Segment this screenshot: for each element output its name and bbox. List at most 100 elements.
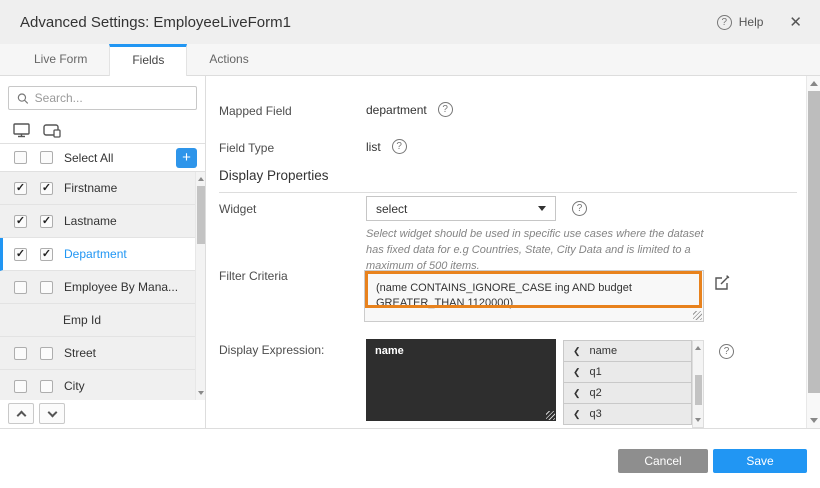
expression-list-scrollbar[interactable] — [692, 340, 704, 428]
checkbox[interactable]: ✓ — [14, 182, 27, 195]
scroll-up-icon[interactable] — [198, 177, 204, 181]
mapped-field-help-icon[interactable]: ? — [438, 102, 453, 117]
widget-select-value: select — [376, 202, 538, 216]
widget-label: Widget — [219, 202, 256, 216]
select-all-mobile-checkbox[interactable] — [40, 151, 53, 164]
resize-grip-icon[interactable] — [546, 411, 555, 420]
field-properties-panel: Mapped Field department ? Field Type lis… — [206, 76, 806, 428]
field-list-scrollbar[interactable] — [195, 172, 205, 400]
checkbox[interactable]: ✓ — [40, 248, 53, 261]
field-type-label: Field Type — [219, 141, 274, 155]
help-icon[interactable]: ? — [717, 15, 732, 30]
field-label: Lastname — [64, 214, 117, 228]
scrollbar-thumb[interactable] — [197, 186, 205, 244]
checkbox[interactable] — [40, 347, 53, 360]
filter-criteria-value: (name CONTAINS_IGNORE_CASE ing AND budge… — [376, 282, 632, 309]
help-link[interactable]: Help — [739, 15, 764, 29]
field-row-department[interactable]: ✓ ✓ Department — [0, 238, 205, 271]
checkbox[interactable] — [14, 347, 27, 360]
filter-criteria-label: Filter Criteria — [219, 269, 288, 283]
device-toggle-row — [0, 118, 205, 144]
dialog-title: Advanced Settings: EmployeeLiveForm1 — [20, 14, 717, 31]
tab-fields[interactable]: Fields — [109, 44, 187, 76]
scrollbar-thumb[interactable] — [695, 375, 702, 405]
widget-helper-text: Select widget should be used in specific… — [366, 227, 718, 275]
checkbox[interactable]: ✓ — [14, 248, 27, 261]
field-row-employee-by-manager[interactable]: Employee By Mana... — [0, 271, 205, 304]
checkbox[interactable] — [40, 380, 53, 393]
display-expression-editor[interactable]: name — [366, 339, 556, 421]
tab-live-form[interactable]: Live Form — [12, 44, 109, 75]
field-label: Street — [64, 346, 96, 360]
expression-field-q2[interactable]: ❮ q2 — [563, 382, 692, 404]
expression-field-q3[interactable]: ❮ q3 — [563, 403, 692, 425]
mapped-field-value: department — [366, 103, 427, 117]
move-down-button[interactable] — [39, 403, 65, 424]
checkbox[interactable] — [14, 281, 27, 294]
scroll-down-icon[interactable] — [810, 418, 818, 423]
mobile-devices-icon[interactable] — [43, 123, 62, 138]
field-row-emp-id[interactable]: Emp Id — [0, 304, 205, 337]
search-icon — [17, 92, 29, 105]
display-expression-label: Display Expression: — [219, 343, 324, 357]
field-type-help-icon[interactable]: ? — [392, 139, 407, 154]
display-expression-value: name — [375, 345, 404, 357]
reorder-controls — [0, 400, 205, 428]
title-bar: Advanced Settings: EmployeeLiveForm1 ? H… — [0, 0, 820, 44]
widget-select[interactable]: select — [366, 196, 556, 221]
checkbox[interactable] — [14, 380, 27, 393]
dialog-footer: Cancel Save — [0, 428, 820, 488]
fields-sidebar: Select All + ✓ ✓ Firstname ✓ ✓ Lastname … — [0, 76, 206, 428]
select-all-label: Select All — [64, 151, 113, 165]
chevron-up-icon — [16, 410, 26, 420]
checkbox[interactable]: ✓ — [40, 215, 53, 228]
select-all-row: Select All + — [0, 144, 205, 172]
field-row-lastname[interactable]: ✓ ✓ Lastname — [0, 205, 205, 238]
add-field-button[interactable]: + — [176, 148, 197, 168]
widget-help-icon[interactable]: ? — [572, 201, 587, 216]
expression-field-q1[interactable]: ❮ q1 — [563, 361, 692, 383]
scroll-down-icon[interactable] — [198, 391, 204, 395]
checkbox[interactable]: ✓ — [40, 182, 53, 195]
expression-field-name[interactable]: ❮ name — [563, 340, 692, 362]
dropdown-arrow-icon — [538, 206, 546, 211]
chevron-down-icon — [47, 408, 57, 418]
expression-field-list: ❮ name ❮ q1 ❮ q2 ❮ q3 — [563, 340, 704, 428]
filter-criteria-textarea[interactable]: (name CONTAINS_IGNORE_CASE ing AND budge… — [364, 270, 704, 322]
scroll-up-icon[interactable] — [810, 81, 818, 86]
select-all-desktop-checkbox[interactable] — [14, 151, 27, 164]
cancel-button[interactable]: Cancel — [618, 449, 708, 473]
scroll-up-icon[interactable] — [695, 346, 701, 350]
insert-left-icon: ❮ — [573, 346, 581, 357]
checkbox[interactable] — [40, 281, 53, 294]
field-label: Employee By Mana... — [64, 280, 178, 294]
insert-left-icon: ❮ — [573, 409, 581, 420]
field-label: Emp Id — [63, 313, 101, 327]
insert-left-icon: ❮ — [573, 388, 581, 399]
dialog-body: Select All + ✓ ✓ Firstname ✓ ✓ Lastname … — [0, 76, 820, 428]
field-row-street[interactable]: Street — [0, 337, 205, 370]
insert-left-icon: ❮ — [573, 367, 581, 378]
field-type-value-row: list ? — [366, 139, 407, 154]
search-input[interactable] — [35, 91, 188, 105]
display-expression-help-icon[interactable]: ? — [719, 344, 734, 359]
field-row-firstname[interactable]: ✓ ✓ Firstname — [0, 172, 205, 205]
edit-icon[interactable] — [714, 274, 731, 291]
expression-field-label: name — [590, 345, 618, 357]
save-button[interactable]: Save — [713, 449, 807, 473]
expression-field-label: q3 — [590, 408, 602, 420]
field-row-city[interactable]: City — [0, 370, 205, 400]
scrollbar-thumb[interactable] — [808, 91, 820, 393]
move-up-button[interactable] — [8, 403, 34, 424]
tab-bar: Live Form Fields Actions — [0, 44, 820, 76]
mapped-field-label: Mapped Field — [219, 104, 292, 118]
main-scrollbar[interactable] — [806, 76, 820, 428]
resize-grip-icon[interactable] — [693, 311, 702, 320]
search-box — [8, 86, 197, 110]
desktop-icon[interactable] — [13, 123, 31, 138]
scroll-down-icon[interactable] — [695, 418, 701, 422]
expression-field-label: q1 — [590, 366, 602, 378]
tab-actions[interactable]: Actions — [187, 44, 270, 75]
checkbox[interactable]: ✓ — [14, 215, 27, 228]
close-icon[interactable]: ✕ — [789, 13, 802, 31]
